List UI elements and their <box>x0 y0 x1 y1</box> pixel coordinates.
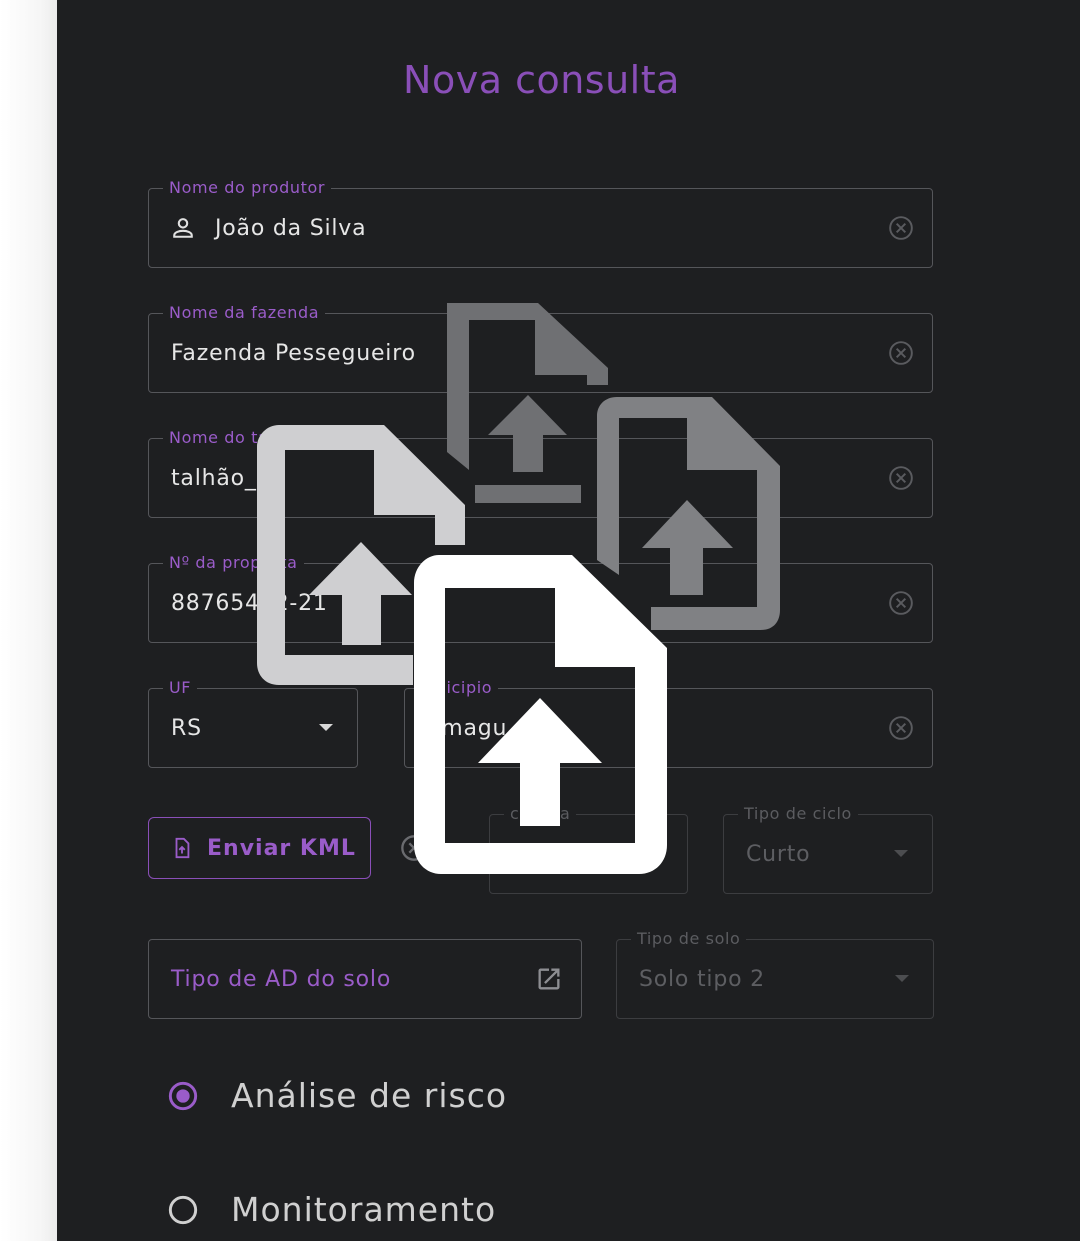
farm-name-value: Fazenda Pessegueiro <box>171 340 416 366</box>
clear-circle-icon[interactable] <box>400 834 428 862</box>
chevron-down-icon <box>895 975 909 982</box>
cycle-type-select[interactable]: Tipo de ciclo Curto <box>723 804 933 894</box>
producer-name-value: João da Silva <box>215 215 367 241</box>
farm-name-field[interactable]: Nome da fazenda Fazenda Pessegueiro <box>148 303 933 393</box>
clear-circle-icon[interactable] <box>888 465 914 491</box>
crop-select[interactable]: cultura <box>489 804 688 894</box>
uf-value: RS <box>171 715 202 741</box>
chevron-down-icon <box>319 724 333 731</box>
proposal-number-field[interactable]: Nº da proposta 88765432-21 <box>148 553 933 643</box>
plot-name-field[interactable]: Nome do talhão talhão_01 <box>148 428 933 518</box>
clear-circle-icon[interactable] <box>888 340 914 366</box>
radio-monitoring-label: Monitoramento <box>231 1190 497 1229</box>
send-kml-label: Enviar KML <box>207 835 356 861</box>
soil-ad-type-button[interactable]: Tipo de AD do solo <box>148 939 582 1019</box>
clear-circle-icon[interactable] <box>888 590 914 616</box>
radio-risk-analysis[interactable]: Análise de risco <box>167 1076 507 1115</box>
soil-ad-type-label: Tipo de AD do solo <box>171 966 392 992</box>
uf-select[interactable]: UF RS <box>148 678 358 768</box>
chevron-down-icon <box>894 850 908 857</box>
soil-type-select[interactable]: Tipo de solo Solo tipo 2 <box>616 929 934 1019</box>
send-kml-button[interactable]: Enviar KML <box>148 817 371 879</box>
background-strip <box>0 0 57 1241</box>
municipality-field[interactable]: unicipio amagu <box>404 678 933 768</box>
page-title: Nova consulta <box>403 58 680 102</box>
radio-selected-icon <box>168 1081 198 1110</box>
file-upload-icon <box>175 837 190 859</box>
municipality-value: amagu <box>427 715 508 741</box>
form-panel: Nova consulta Nome do produtor João da S… <box>57 0 1080 1241</box>
cycle-type-value: Curto <box>746 841 811 867</box>
producer-name-field[interactable]: Nome do produtor João da Silva <box>148 178 933 268</box>
plot-name-value: talhão_01 <box>171 465 287 491</box>
radio-unselected-icon <box>168 1195 198 1224</box>
radio-monitoring[interactable]: Monitoramento <box>167 1190 496 1229</box>
soil-type-value: Solo tipo 2 <box>639 966 765 992</box>
radio-risk-analysis-label: Análise de risco <box>231 1076 508 1115</box>
clear-circle-icon[interactable] <box>888 715 914 741</box>
person-icon <box>173 218 193 238</box>
open-in-new-icon <box>538 968 560 990</box>
clear-circle-icon[interactable] <box>888 215 914 241</box>
proposal-number-value: 88765432-21 <box>171 590 328 616</box>
crop-label: cultura <box>504 804 577 824</box>
